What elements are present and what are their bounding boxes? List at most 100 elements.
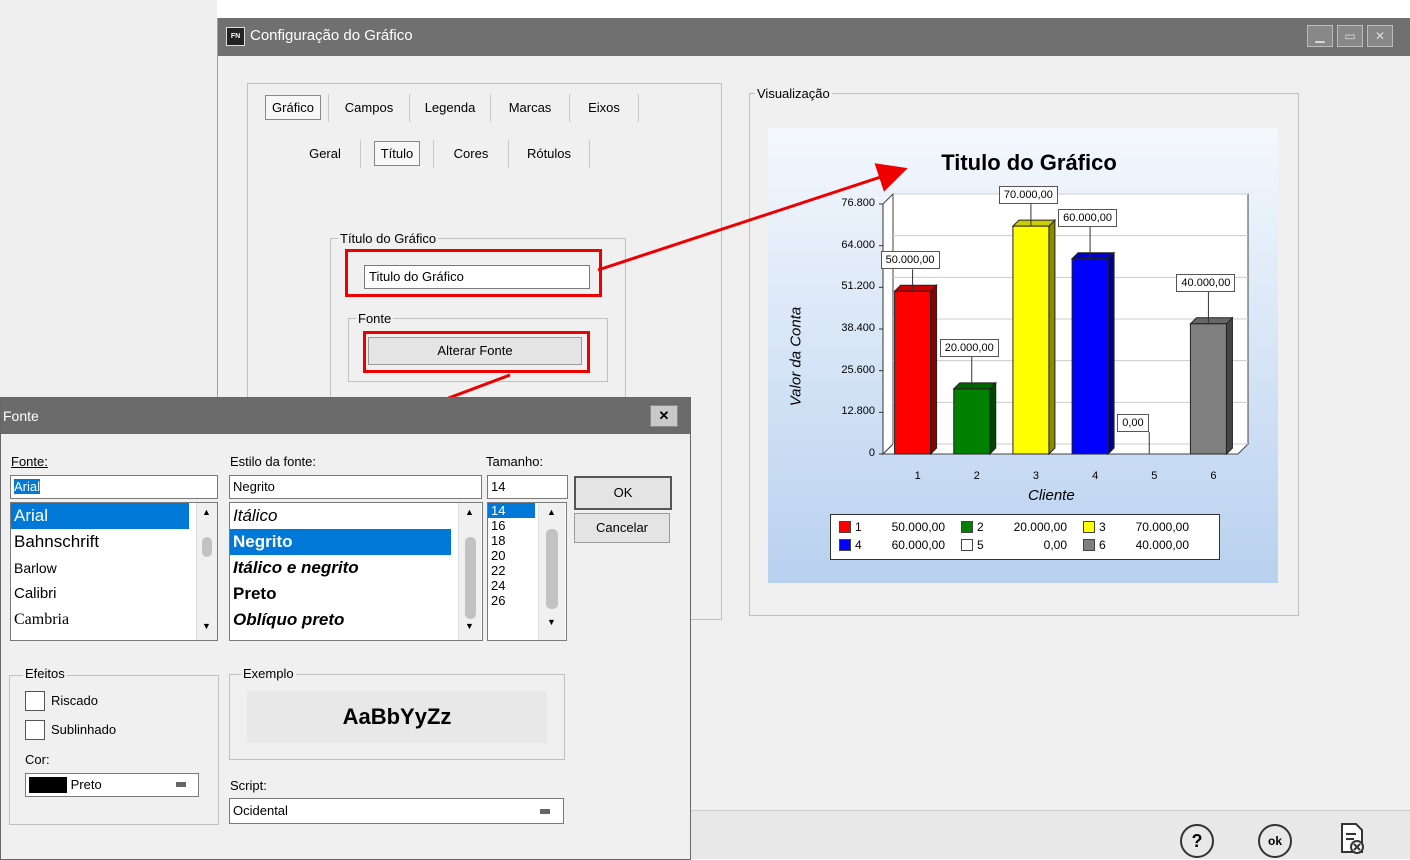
sublinhado-checkbox[interactable] — [25, 720, 45, 740]
cor-select[interactable]: Preto — [25, 773, 199, 797]
bar-side — [930, 284, 938, 456]
efeitos-label: Efeitos — [23, 666, 67, 681]
data-label: 40.000,00 — [1176, 273, 1236, 292]
estilo-input[interactable]: Negrito — [229, 475, 482, 499]
estilo-list[interactable]: Itálico Negrito Itálico e negrito Preto … — [229, 502, 483, 641]
estilo-item-italico-negrito[interactable]: Itálico e negrito — [230, 555, 482, 581]
data-label: 0,00 — [1117, 414, 1149, 432]
subtab-row: Geral Título Cores Rótulos — [290, 140, 610, 170]
tamanho-item[interactable]: 20 — [488, 548, 535, 563]
tamanho-item[interactable]: 24 — [488, 578, 535, 593]
scroll-up-icon[interactable]: ▲ — [202, 507, 211, 517]
x-tick-label: 2 — [973, 470, 980, 482]
tab-marcas[interactable]: Marcas — [491, 94, 570, 122]
subtab-rotulos[interactable]: Rótulos — [509, 140, 590, 168]
fonte-list-item-bahnschrift[interactable]: Bahnschrift — [11, 529, 217, 555]
tab-grafico[interactable]: Gráfico — [258, 94, 329, 122]
tamanho-list[interactable]: 14 16 18 20 22 24 26 ▲ ▼ — [487, 502, 567, 641]
plot-side-wall — [882, 192, 894, 456]
tamanho-item[interactable]: 18 — [488, 533, 535, 548]
riscado-label[interactable]: Riscado — [51, 693, 98, 708]
bar-top — [952, 382, 997, 390]
tamanho-item[interactable]: 14 — [488, 503, 535, 518]
fonte-input[interactable]: Arial — [10, 475, 218, 499]
help-icon[interactable]: ? — [1180, 824, 1214, 858]
subtab-geral[interactable]: Geral — [290, 140, 361, 168]
y-tick-label: 0 — [868, 447, 875, 459]
close-icon[interactable]: ✕ — [1367, 25, 1393, 47]
data-label: 50.000,00 — [880, 251, 940, 270]
sublinhado-label[interactable]: Sublinhado — [51, 722, 116, 737]
bar — [1189, 323, 1227, 455]
font-dialog-titlebar[interactable]: Fonte ✕ — [1, 398, 690, 434]
estilo-item-preto[interactable]: Preto — [230, 581, 482, 607]
fonte-list-item-arial[interactable]: Arial — [11, 503, 189, 529]
legend-swatch — [839, 539, 851, 551]
legend-swatch — [1083, 521, 1095, 533]
window-title: Configuração do Gráfico — [250, 27, 413, 44]
legend-swatch — [1083, 539, 1095, 551]
font-dialog-title: Fonte — [3, 408, 39, 424]
estilo-item-italico[interactable]: Itálico — [230, 503, 482, 529]
bar-side — [1048, 218, 1056, 456]
scroll-down-icon[interactable]: ▼ — [202, 621, 211, 631]
cor-value: Preto — [70, 777, 102, 792]
legend-swatch — [961, 539, 973, 551]
cancel-document-icon[interactable] — [1338, 822, 1366, 856]
bar-top — [1070, 252, 1116, 260]
tab-campos[interactable]: Campos — [329, 94, 410, 122]
dropdown-icon — [540, 809, 550, 814]
estilo-item-obliquo-preto[interactable]: Oblíquo preto — [230, 607, 482, 633]
cor-swatch — [29, 777, 67, 793]
scroll-thumb[interactable] — [546, 529, 558, 609]
scroll-up-icon[interactable]: ▲ — [547, 507, 556, 517]
tamanho-item[interactable]: 26 — [488, 593, 535, 608]
tab-eixos[interactable]: Eixos — [570, 94, 639, 122]
fonte-list[interactable]: Arial Bahnschrift Barlow Calibri Cambria… — [10, 502, 218, 641]
scroll-down-icon[interactable]: ▼ — [465, 621, 474, 631]
legend-item: 3 70.000,00 — [1083, 518, 1205, 536]
subtab-cores[interactable]: Cores — [434, 140, 509, 168]
tamanho-label: Tamanho: — [486, 454, 544, 469]
estilo-scrollbar[interactable]: ▲ ▼ — [458, 503, 481, 640]
legend-item: 2 20.000,00 — [961, 518, 1083, 536]
tamanho-input[interactable]: 14 — [487, 475, 568, 499]
ok-button[interactable]: OK — [574, 476, 672, 510]
tamanho-item[interactable]: 16 — [488, 518, 535, 533]
fonte-list-item-calibri[interactable]: Calibri — [11, 581, 217, 607]
ok-icon[interactable]: ok — [1258, 824, 1292, 858]
cancelar-button[interactable]: Cancelar — [574, 513, 670, 543]
legend-number: 6 — [1099, 538, 1106, 552]
y-tick-label: 25.600 — [841, 363, 875, 376]
main-titlebar[interactable]: FN Configuração do Gráfico ▁ ▭ ✕ — [218, 18, 1410, 56]
scroll-thumb[interactable] — [202, 537, 212, 557]
estilo-item-negrito[interactable]: Negrito — [230, 529, 451, 555]
font-dialog-close-icon[interactable]: ✕ — [650, 405, 678, 427]
bar-side — [1225, 316, 1233, 456]
y-tick-label: 12.800 — [841, 405, 875, 418]
tamanho-item[interactable]: 22 — [488, 563, 535, 578]
subtab-titulo[interactable]: Título — [361, 140, 434, 168]
fonte-list-item-barlow[interactable]: Barlow — [11, 555, 217, 581]
fonte-scrollbar[interactable]: ▲ ▼ — [196, 503, 217, 640]
legend-item: 6 40.000,00 — [1083, 536, 1205, 554]
scroll-thumb[interactable] — [465, 537, 476, 619]
legend-value: 50.000,00 — [891, 520, 945, 534]
bar — [1071, 258, 1109, 455]
x-tick-label: 1 — [914, 470, 921, 482]
maximize-icon[interactable]: ▭ — [1337, 25, 1363, 47]
scroll-up-icon[interactable]: ▲ — [465, 507, 474, 517]
legend-item: 5 0,00 — [961, 536, 1083, 554]
scroll-down-icon[interactable]: ▼ — [547, 617, 556, 627]
font-dialog: Fonte ✕ Fonte: Arial Arial Bahnschrift B… — [0, 397, 691, 860]
tab-row: Gráfico Campos Legenda Marcas Eixos — [258, 94, 668, 124]
riscado-checkbox[interactable] — [25, 691, 45, 711]
script-select[interactable]: Ocidental — [229, 798, 564, 824]
bar-top — [1189, 317, 1234, 325]
fonte-list-item-cambria[interactable]: Cambria — [11, 607, 217, 633]
tab-legenda[interactable]: Legenda — [410, 94, 491, 122]
tamanho-scrollbar[interactable]: ▲ ▼ — [538, 503, 565, 640]
cor-label: Cor: — [25, 752, 50, 767]
x-tick-label: 6 — [1210, 470, 1217, 482]
minimize-icon[interactable]: ▁ — [1307, 25, 1333, 47]
